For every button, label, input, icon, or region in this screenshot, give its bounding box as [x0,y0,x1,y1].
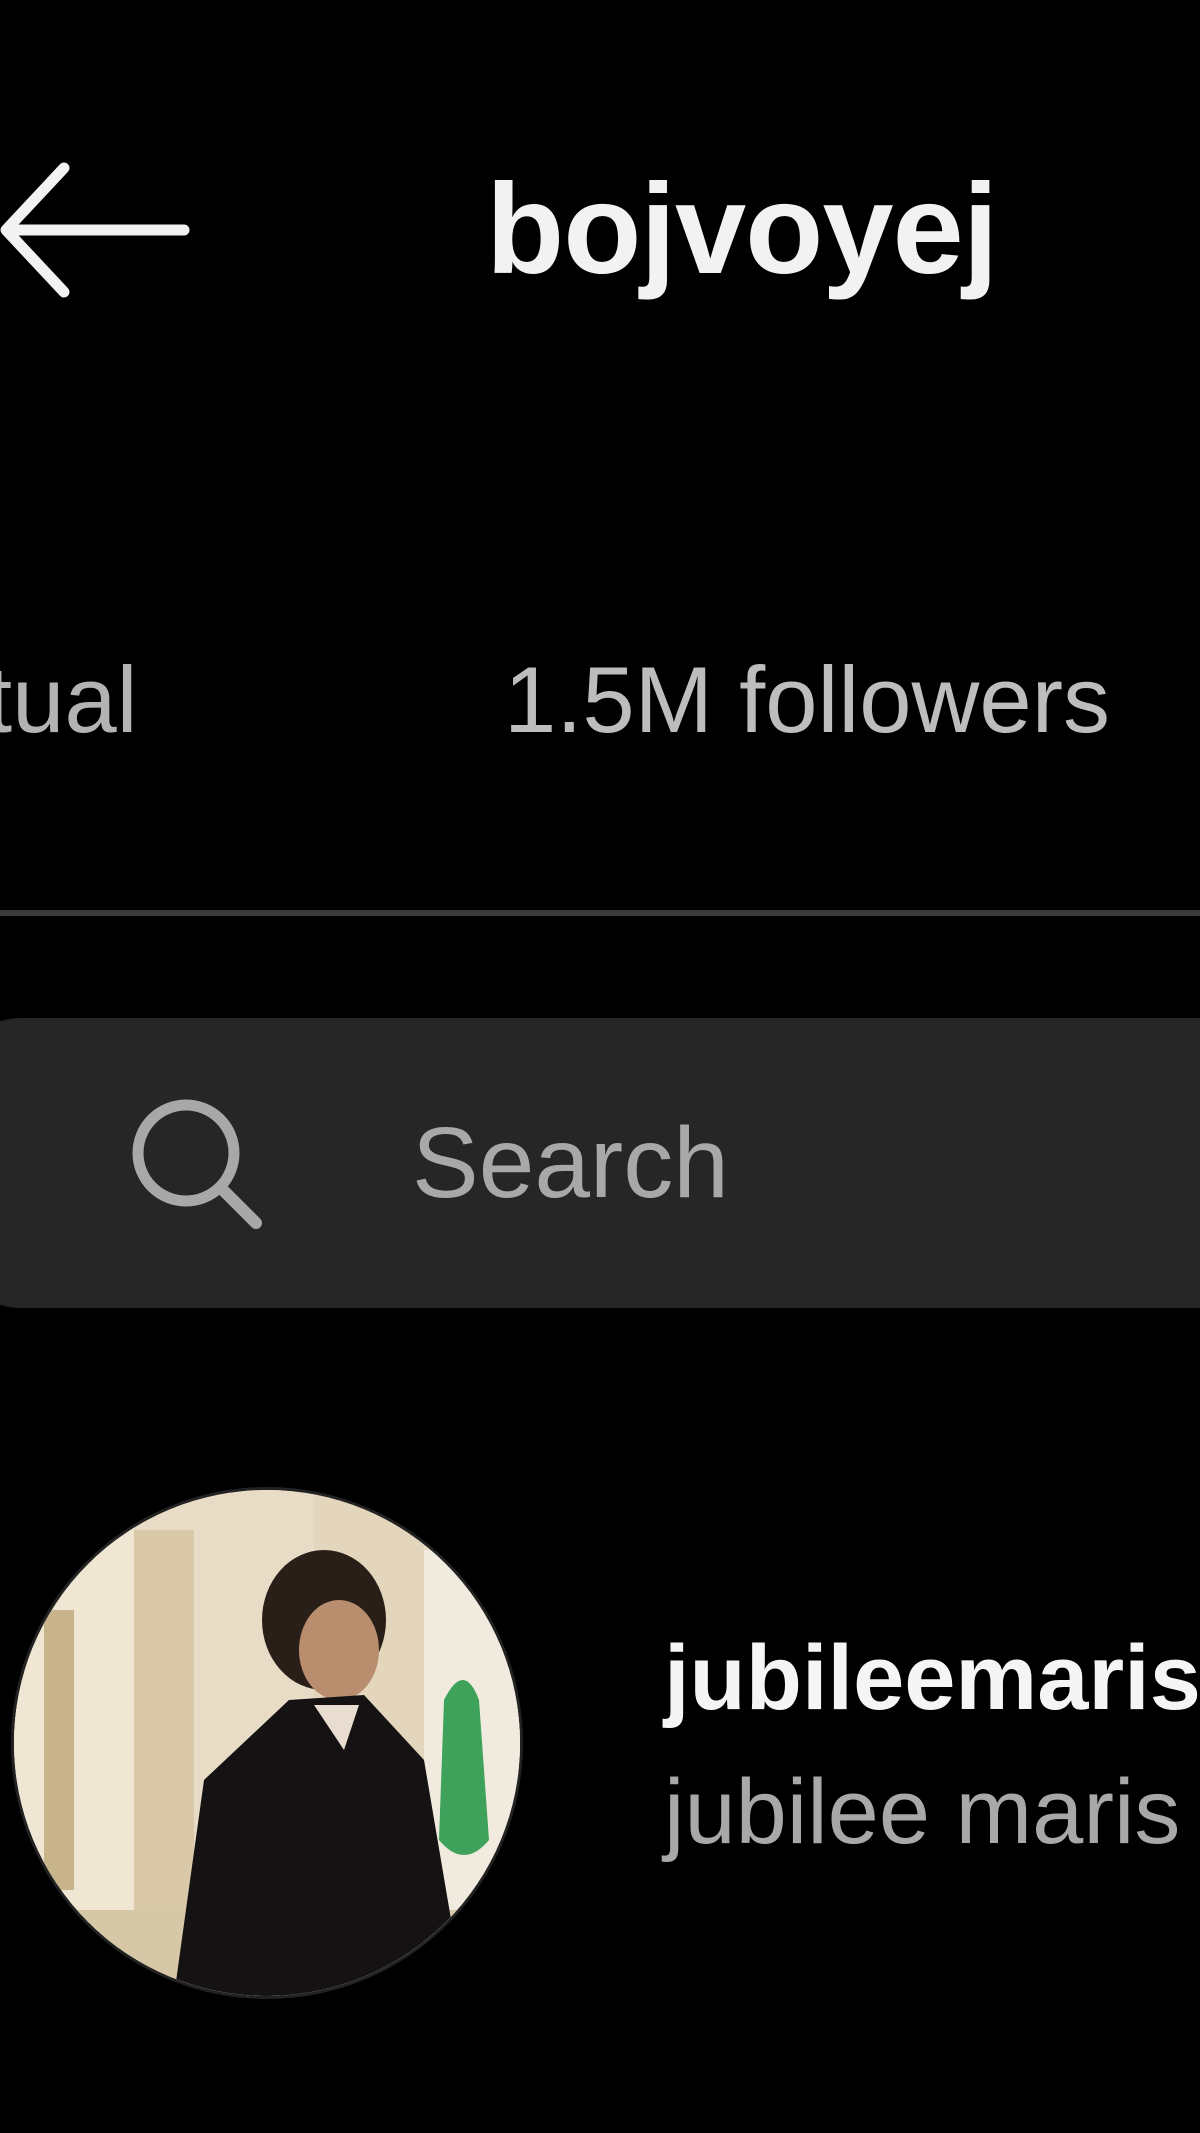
tab-bar: tual 1.5M followers [0,620,1200,920]
tab-divider [0,910,1200,916]
back-button[interactable] [0,150,194,310]
list-item[interactable]: jubileemaris jubilee maris [0,1480,1200,2000]
list-item-full-name: jubilee maris [664,1761,1181,1863]
search-input[interactable]: Search [0,1018,1200,1308]
list-item-username: jubileemaris [664,1627,1200,1729]
top-bar: bojvoyej [0,0,1200,360]
search-placeholder: Search [412,1107,729,1219]
tab-followers[interactable]: 1.5M followers [504,620,1110,780]
arrow-left-icon [0,162,190,298]
search-icon [132,1099,262,1229]
avatar[interactable] [14,1490,520,1996]
page-title: bojvoyej [486,158,998,301]
tab-mutual[interactable]: tual [0,620,138,780]
avatar-photo [14,1490,520,1996]
